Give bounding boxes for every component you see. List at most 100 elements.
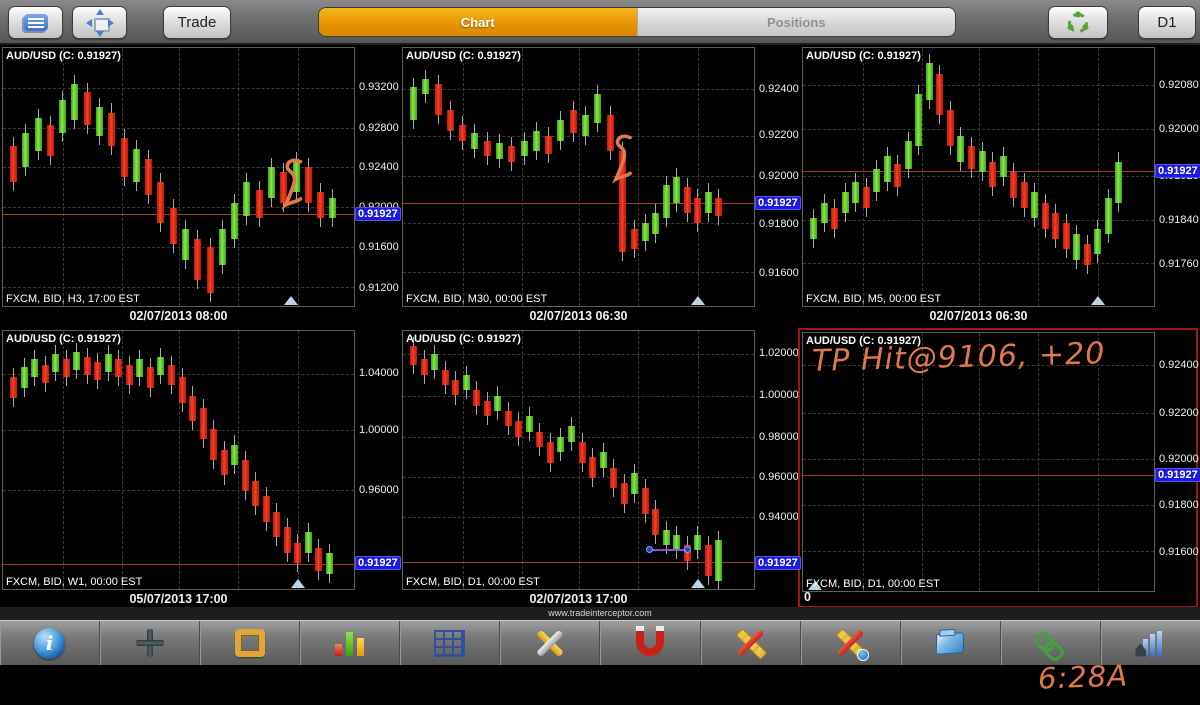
candle-down: [606, 115, 614, 152]
chart-plot[interactable]: AUD/USD (C: 0.91927) FXCM, BID, M30, 00:…: [402, 47, 755, 307]
chart-status: FXCM, BID, M5, 00:00 EST: [806, 293, 942, 305]
candle-up: [520, 140, 528, 157]
candle-up: [59, 99, 67, 134]
depth-tool-button[interactable]: [1101, 621, 1200, 665]
crosshair-icon: [135, 629, 164, 657]
chart-panel-d1-alert[interactable]: AUD/USD (C: 0.91927) FXCM, BID, D1, 00:0…: [798, 328, 1200, 608]
chart-panel-w1[interactable]: AUD/USD (C: 0.91927) FXCM, BID, W1, 00:0…: [2, 330, 401, 608]
chart-title: AUD/USD (C: 0.91927): [806, 335, 921, 347]
candle-down: [715, 197, 723, 216]
axis-tick-label: 1.00000: [359, 424, 399, 437]
candle-down: [206, 246, 214, 294]
candle-up: [494, 395, 502, 411]
axis-tick-label: 0.92200: [759, 129, 799, 142]
chart-panel-d1[interactable]: AUD/USD (C: 0.91927) FXCM, BID, D1, 00:0…: [402, 330, 801, 608]
draw-info-tool-button[interactable]: [801, 621, 901, 665]
axis-tick-label: 0.98000: [759, 430, 799, 443]
candle-down: [1041, 202, 1049, 229]
timeframe-button[interactable]: D1: [1138, 6, 1196, 39]
candle-up: [641, 223, 649, 242]
candle-down: [545, 135, 553, 154]
price-axis: 0.932000.928000.924000.920000.916000.912…: [355, 47, 401, 307]
candle-up: [957, 135, 965, 162]
candle-down: [536, 431, 544, 448]
chart-plot[interactable]: AUD/USD (C: 0.91927) FXCM, BID, M5, 00:0…: [802, 47, 1155, 307]
tools-tool-button[interactable]: [500, 621, 601, 665]
refresh-button[interactable]: [1048, 6, 1108, 39]
candle-up: [268, 166, 275, 198]
candle-down: [1010, 171, 1018, 198]
candle-down: [589, 457, 597, 479]
chart-plot[interactable]: AUD/USD (C: 0.91927) FXCM, BID, W1, 00:0…: [2, 330, 355, 590]
candle-down: [473, 390, 481, 406]
tab-chart[interactable]: Chart: [319, 8, 637, 36]
candle-up: [243, 182, 251, 216]
candle-up: [218, 228, 226, 265]
indicators-tool-button[interactable]: [300, 621, 401, 665]
draw-tool-button[interactable]: [701, 621, 801, 665]
candle-down: [1062, 223, 1070, 250]
candle-up: [594, 94, 602, 123]
folder-tool-button[interactable]: [901, 621, 1001, 665]
current-price-tag: 0.91927: [1155, 163, 1200, 178]
candle-up: [582, 115, 589, 136]
ruler-tool-button[interactable]: [200, 621, 301, 665]
quotes-button[interactable]: [8, 6, 63, 39]
quotes-icon: [23, 14, 48, 31]
axis-tick-label: 0.92400: [759, 82, 799, 95]
candle-down: [683, 187, 691, 214]
candle-up: [1104, 197, 1112, 234]
chart-panel-h3[interactable]: AUD/USD (C: 0.91927) FXCM, BID, H3, 17:0…: [2, 47, 401, 325]
candle-up: [599, 452, 607, 468]
trade-button[interactable]: Trade: [163, 6, 231, 39]
candle-down: [620, 483, 628, 504]
tab-positions[interactable]: Positions: [636, 8, 955, 36]
chart-title: AUD/USD (C: 0.91927): [406, 50, 521, 62]
link-tool-button[interactable]: [1001, 621, 1101, 665]
chart-plot[interactable]: AUD/USD (C: 0.91927) FXCM, BID, D1, 00:0…: [402, 330, 755, 590]
app-screen: Trade Chart Positions D1 AUD/USD (C: 0.9…: [0, 0, 1200, 705]
chart-status: FXCM, BID, D1, 00:00 EST: [406, 576, 540, 588]
candle-down: [618, 151, 626, 252]
candle-up: [34, 117, 42, 152]
chart-date: 0: [804, 590, 811, 604]
trade-position-line[interactable]: [648, 549, 688, 551]
chart-panel-m30[interactable]: AUD/USD (C: 0.91927) FXCM, BID, M30, 00:…: [402, 47, 801, 325]
chart-plot[interactable]: AUD/USD (C: 0.91927) FXCM, BID, D1, 00:0…: [802, 332, 1155, 592]
axis-tick-label: 0.91600: [1159, 545, 1199, 558]
chart-status: FXCM, BID, H3, 17:00 EST: [6, 293, 140, 305]
candle-up: [704, 192, 712, 214]
grid-tool-button[interactable]: [400, 621, 501, 665]
candle-up: [496, 143, 503, 159]
trade-line-handle[interactable]: [645, 546, 653, 553]
magnet-icon: [636, 625, 664, 656]
candle-up: [462, 374, 470, 391]
candle-up: [925, 63, 933, 100]
axis-tick-label: 0.96000: [759, 470, 799, 483]
candle-down: [41, 364, 49, 383]
candle-down: [255, 189, 263, 219]
magnet-tool-button[interactable]: [600, 621, 701, 665]
candle-down: [199, 408, 207, 440]
bottom-toolbar: [0, 620, 1200, 665]
chart-plot[interactable]: AUD/USD (C: 0.91927) FXCM, BID, H3, 17:0…: [2, 47, 355, 307]
candle-down: [946, 109, 954, 147]
candle-down: [252, 480, 260, 507]
view-tabs: Chart Positions: [318, 7, 956, 37]
candle-up: [1031, 192, 1039, 219]
chart-title: AUD/USD (C: 0.91927): [6, 50, 121, 62]
current-price-tag: 0.91927: [755, 196, 801, 210]
candle-down: [641, 488, 649, 515]
axis-tick-label: 0.94000: [759, 511, 799, 524]
candle-down: [315, 547, 323, 571]
move-chart-button[interactable]: [72, 6, 127, 39]
candle-up: [631, 472, 639, 494]
price-axis: 0.92400 0.92200 0.92000 0.91800 0.91600 0.919…: [755, 47, 801, 307]
crosshair-tool-button[interactable]: [100, 621, 201, 665]
axis-tick-label: 0.92800: [359, 121, 399, 134]
draw-icon: [734, 628, 767, 658]
info-tool-button[interactable]: [0, 621, 101, 665]
info-icon: [34, 627, 66, 659]
candle-down: [1052, 213, 1060, 239]
chart-panel-m5[interactable]: AUD/USD (C: 0.91927) FXCM, BID, M5, 00:0…: [802, 47, 1200, 325]
